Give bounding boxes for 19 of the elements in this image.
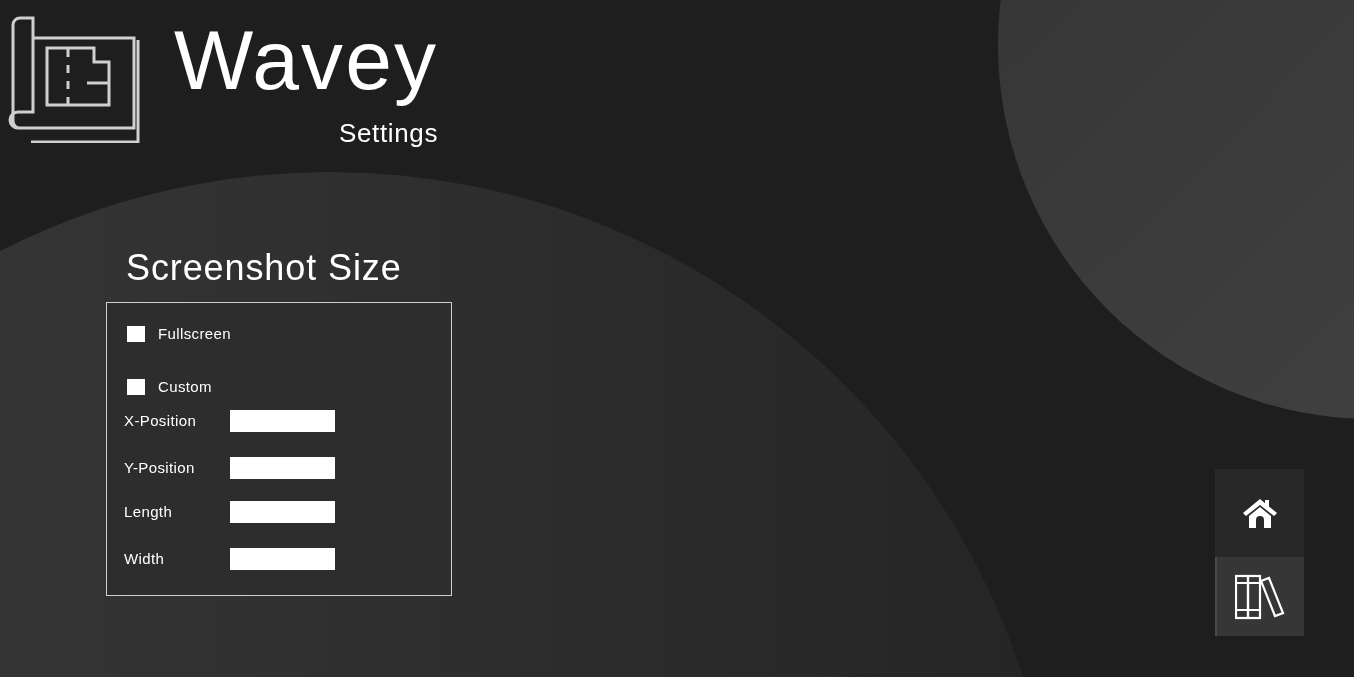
checkbox-label: Custom — [158, 376, 212, 397]
checkbox[interactable] — [127, 378, 145, 395]
home-button[interactable] — [1215, 469, 1304, 557]
checkbox-label: Fullscreen — [158, 324, 231, 344]
field-label: Length — [124, 502, 174, 522]
checkbox[interactable] — [127, 326, 145, 343]
page-subtitle: Settings — [338, 117, 439, 150]
field-label: Width — [124, 548, 166, 569]
input-field[interactable] — [230, 547, 335, 570]
library-button[interactable] — [1215, 557, 1304, 636]
blueprint-icon — [6, 15, 142, 143]
section-title: Screenshot Size — [126, 246, 402, 290]
home-icon — [1241, 497, 1278, 529]
input-field[interactable] — [230, 410, 335, 433]
input-field[interactable] — [230, 501, 335, 524]
field-label: Y-Position — [124, 457, 196, 478]
field-label: X-Position — [124, 411, 198, 431]
books-icon — [1234, 573, 1287, 620]
input-field[interactable] — [230, 456, 335, 479]
